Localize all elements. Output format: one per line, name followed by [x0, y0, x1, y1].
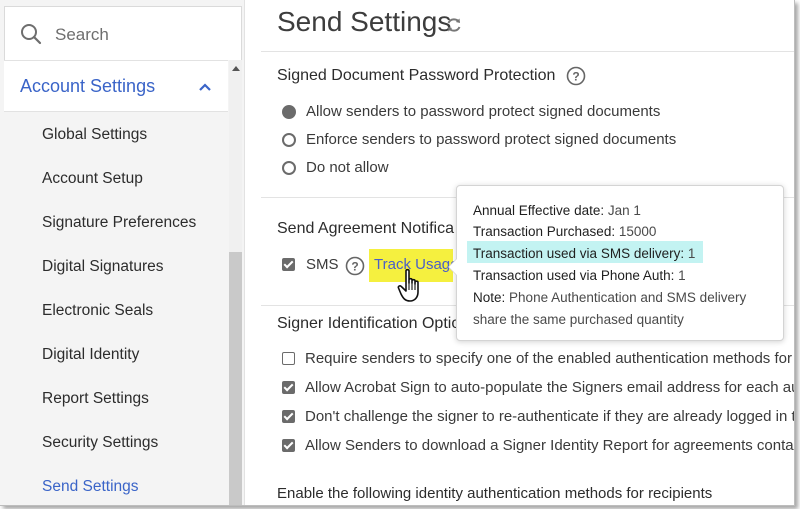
- send-agreement-notification-title: Send Agreement Notifica: [277, 220, 454, 237]
- sidebar-item-digital-identity[interactable]: Digital Identity: [42, 346, 139, 364]
- sidebar-item-send-settings[interactable]: Send Settings: [42, 478, 139, 496]
- tooltip-value: Jan 1: [607, 203, 641, 218]
- scrollbar-thumb[interactable]: [229, 252, 242, 505]
- tooltip-value: 1: [678, 268, 686, 283]
- option-label: Require senders to specify one of the en…: [305, 350, 795, 367]
- sidebar: Search Account Settings Global Settings …: [0, 0, 245, 505]
- sidebar-item-account-setup[interactable]: Account Setup: [42, 170, 143, 188]
- tooltip-arrow: [448, 258, 457, 276]
- tooltip-line-phone-auth: Transaction used via Phone Auth: 1: [473, 268, 686, 283]
- tooltip-key: Transaction used via Phone Auth: [473, 268, 671, 283]
- svg-text:?: ?: [351, 260, 358, 274]
- tooltip-line-note: Note: Phone Authentication and SMS deliv…: [473, 290, 746, 305]
- option-label: Don't challenge the signer to re-authent…: [305, 408, 795, 425]
- sms-label: SMS: [306, 256, 339, 273]
- sidebar-item-report-settings[interactable]: Report Settings: [42, 390, 149, 408]
- tooltip-line-note-cont: share the same purchased quantity: [473, 312, 684, 327]
- sidebar-item-security-settings[interactable]: Security Settings: [42, 434, 158, 452]
- checkbox-auto-populate-email[interactable]: [282, 381, 295, 394]
- tooltip-sep: :: [680, 246, 688, 261]
- tooltip-line-purchased: Transaction Purchased: 15000: [473, 224, 656, 239]
- hand-pointer-icon: [397, 268, 427, 309]
- option-label: Do not allow: [306, 159, 389, 176]
- help-icon[interactable]: ?: [345, 256, 365, 281]
- search-icon: [20, 23, 42, 50]
- tooltip-sep: :: [501, 290, 510, 305]
- search-box[interactable]: Search: [4, 6, 242, 60]
- tooltip-sep: :: [600, 203, 608, 218]
- tooltip-value: share the same purchased quantity: [473, 312, 684, 327]
- radio-enforce-password[interactable]: [282, 133, 296, 147]
- tooltip-value: 15000: [618, 224, 657, 239]
- sidebar-item-signature-preferences[interactable]: Signature Preferences: [42, 214, 196, 232]
- radio-do-not-allow[interactable]: [282, 161, 296, 175]
- account-settings-header[interactable]: Account Settings: [4, 60, 228, 112]
- identity-auth-methods-heading: Enable the following identity authentica…: [277, 485, 713, 502]
- radio-allow-password[interactable]: [282, 105, 296, 119]
- sidebar-scrollbar[interactable]: [229, 60, 242, 505]
- tooltip-line-effective-date: Annual Effective date: Jan 1: [473, 203, 641, 218]
- track-usage-tooltip: Annual Effective date: Jan 1 Transaction…: [448, 185, 784, 341]
- option-label: Allow senders to password protect signed…: [306, 103, 661, 120]
- tooltip-key: Transaction used via SMS delivery: [473, 246, 681, 261]
- password-protection-title: Signed Document Password Protection: [277, 67, 556, 84]
- app-window: Search Account Settings Global Settings …: [0, 0, 795, 506]
- sms-checkbox[interactable]: [282, 258, 295, 271]
- option-label: Allow Acrobat Sign to auto-populate the …: [305, 379, 795, 396]
- checkbox-signer-identity-report[interactable]: [282, 439, 295, 452]
- option-label: Enforce senders to password protect sign…: [306, 131, 677, 148]
- tooltip-sep: :: [611, 224, 619, 239]
- svg-text:?: ?: [572, 70, 579, 84]
- refresh-icon[interactable]: [445, 16, 463, 39]
- tooltip-key: Transaction Purchased: [473, 224, 612, 239]
- sidebar-item-digital-signatures[interactable]: Digital Signatures: [42, 258, 163, 276]
- scroll-up-arrow-icon[interactable]: [232, 66, 240, 71]
- sidebar-item-electronic-seals[interactable]: Electronic Seals: [42, 302, 153, 320]
- tooltip-value: Phone Authentication and SMS delivery: [509, 290, 747, 305]
- tooltip-value: 1: [687, 246, 696, 261]
- title-divider: [261, 51, 794, 52]
- help-icon[interactable]: ?: [566, 66, 586, 91]
- page-title: Send Settings: [277, 6, 452, 37]
- tooltip-key: Annual Effective date: [473, 203, 601, 218]
- option-label: Allow Senders to download a Signer Ident…: [305, 437, 795, 454]
- tooltip-line-sms-delivery: Transaction used via SMS delivery: 1: [473, 246, 695, 261]
- checkbox-require-auth-method[interactable]: [282, 352, 295, 365]
- tooltip-key: Note: [473, 290, 502, 305]
- checkbox-no-reauth[interactable]: [282, 410, 295, 423]
- sidebar-item-global-settings[interactable]: Global Settings: [42, 126, 147, 144]
- chevron-up-icon[interactable]: [198, 79, 212, 97]
- account-settings-label: Account Settings: [20, 76, 156, 96]
- signer-identification-title: Signer Identification Optio: [277, 315, 461, 332]
- search-input[interactable]: Search: [55, 25, 109, 45]
